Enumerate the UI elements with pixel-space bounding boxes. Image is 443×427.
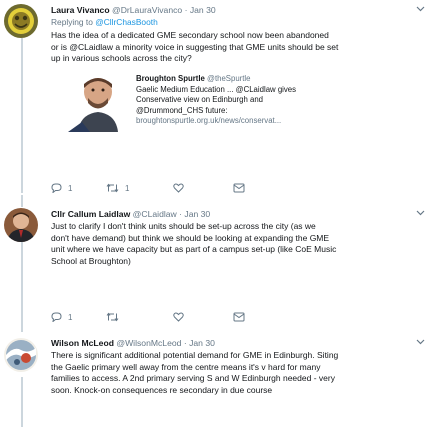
replying-to: Replying to @CllrChasBooth <box>51 17 433 28</box>
tweet-actions: 1 <box>51 312 281 324</box>
chevron-down-icon[interactable] <box>416 5 425 14</box>
timestamp[interactable]: Jan 30 <box>184 209 210 219</box>
envelope-icon <box>233 183 245 193</box>
tweet-text-line: up in various schools across the city? <box>51 53 192 63</box>
tweet-text-line: Has the idea of a dedicated GME secondar… <box>51 30 329 40</box>
card-description-line: Conservative view on Edinburgh and <box>136 95 263 105</box>
like-button[interactable] <box>173 183 190 193</box>
author-handle[interactable]: @WilsonMcLeod <box>116 338 181 348</box>
tweet-text-line: families to access. A 2nd primary servin… <box>51 373 335 383</box>
tweet-text-line: There is significant additional potentia… <box>51 350 339 360</box>
retweet-button[interactable] <box>106 312 125 322</box>
author-handle[interactable]: @CLaidlaw <box>133 209 177 219</box>
tweet-text-line: the Gaelic primary well away from the ce… <box>51 361 321 372</box>
tweet-callum-laidlaw[interactable]: Cllr Callum Laidlaw @CLaidlaw · Jan 30 J… <box>0 195 443 332</box>
envelope-icon <box>233 312 245 322</box>
author-name[interactable]: Laura Vivanco <box>51 5 110 15</box>
tweet-header: Laura Vivanco @DrLauraVivanco · Jan 30 <box>51 5 433 16</box>
reply-mention-link[interactable]: @CllrChasBooth <box>95 17 158 27</box>
timestamp[interactable]: Jan 30 <box>189 338 215 348</box>
chevron-down-icon[interactable] <box>416 338 425 347</box>
thread-line <box>21 38 23 193</box>
thread-line <box>21 377 23 427</box>
retweet-icon <box>106 312 119 322</box>
chevron-down-icon[interactable] <box>416 209 425 218</box>
tweet-text: There is significant additional potentia… <box>51 350 433 396</box>
tweet-text-line: soon. Knock-on consequences re secondary… <box>51 384 273 395</box>
like-button[interactable] <box>173 312 190 322</box>
reply-icon <box>51 183 62 193</box>
card-url[interactable]: broughtonspurtle.org.uk/news/conservat..… <box>136 116 346 127</box>
thread-line <box>21 195 23 207</box>
card-text[interactable]: Broughton Spurtle @theSpurtle Gaelic Med… <box>136 74 346 127</box>
timestamp[interactable]: Jan 30 <box>190 5 216 15</box>
tweet-text: Just to clarify I don't think units shou… <box>51 221 433 267</box>
retweet-count: 1 <box>125 183 130 193</box>
reply-button[interactable]: 1 <box>51 183 72 193</box>
reply-count: 1 <box>68 183 73 193</box>
message-button[interactable] <box>233 183 245 193</box>
avatar[interactable] <box>4 338 38 372</box>
tweet-header: Cllr Callum Laidlaw @CLaidlaw · Jan 30 <box>51 209 433 220</box>
tweet-actions: 1 1 <box>51 183 281 195</box>
author-handle[interactable]: @DrLauraVivanco <box>112 5 182 15</box>
separator: · <box>184 5 188 15</box>
author-name[interactable]: Wilson McLeod <box>51 338 114 348</box>
heart-icon <box>173 183 184 193</box>
card-author-handle: @theSpurtle <box>207 74 251 83</box>
tweet-text-line: unit where we have capacity but as part … <box>51 244 337 254</box>
tweet-text-line: or is @CLaidlaw a minority voice in sugg… <box>51 41 339 52</box>
tweet-text-line: don't have demand) but think we should b… <box>51 232 330 243</box>
card-image[interactable] <box>68 70 126 132</box>
separator: · <box>183 338 187 348</box>
reply-count: 1 <box>68 312 73 322</box>
thread-line <box>21 242 23 332</box>
tweet-text-line: Just to clarify I don't think units shou… <box>51 221 316 231</box>
tweet-header: Wilson McLeod @WilsonMcLeod · Jan 30 <box>51 338 433 349</box>
tweet-text-line: School at Broughton) <box>51 255 131 266</box>
reply-button[interactable]: 1 <box>51 312 72 322</box>
tweet-text: Has the idea of a dedicated GME secondar… <box>51 30 433 65</box>
reply-icon <box>51 312 62 322</box>
avatar[interactable] <box>4 4 38 38</box>
avatar[interactable] <box>4 208 38 242</box>
author-name[interactable]: Cllr Callum Laidlaw <box>51 209 130 219</box>
replying-to-label: Replying to <box>51 17 96 27</box>
message-button[interactable] <box>233 312 245 322</box>
heart-icon <box>173 312 184 322</box>
tweet-laura-vivanco[interactable]: Laura Vivanco @DrLauraVivanco · Jan 30 R… <box>0 0 443 197</box>
separator: · <box>179 209 183 219</box>
retweet-button[interactable]: 1 <box>106 183 129 193</box>
link-card[interactable]: Broughton Spurtle @theSpurtle Gaelic Med… <box>36 70 346 132</box>
tweet-wilson-mcleod[interactable]: Wilson McLeod @WilsonMcLeod · Jan 30 The… <box>0 333 443 427</box>
card-description-line: @Drummond_CHS future: <box>136 105 228 115</box>
card-author-name: Broughton Spurtle <box>136 74 205 83</box>
card-title: Broughton Spurtle @theSpurtle <box>136 74 346 85</box>
retweet-icon <box>106 183 119 193</box>
card-description-line: Gaelic Medium Education ... @CLaidlaw gi… <box>136 84 297 94</box>
